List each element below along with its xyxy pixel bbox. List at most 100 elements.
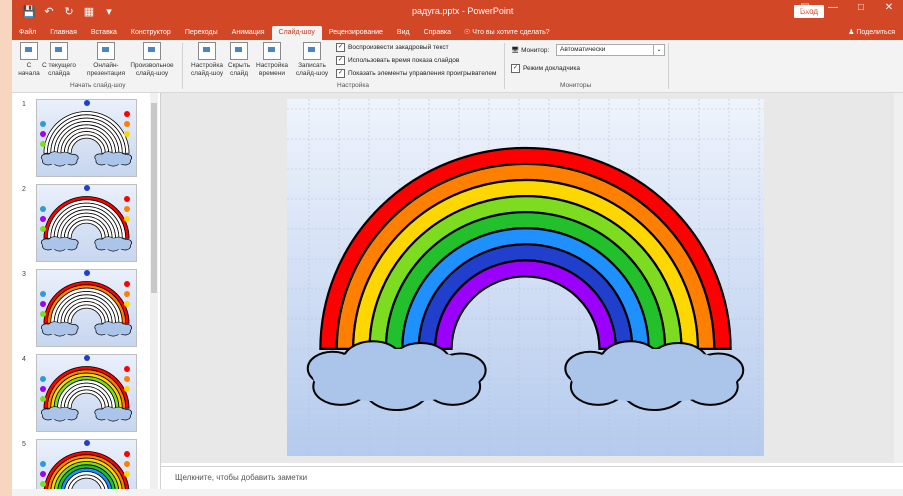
color-dot [40,481,46,487]
slide-thumbnail[interactable] [36,184,137,262]
cloud-shape [94,406,133,422]
cloud-fill [312,348,481,403]
close-icon[interactable]: ✕ [875,2,903,13]
editor-scrollbar[interactable] [894,93,903,463]
thumbnail-rainbow [40,100,133,167]
checkbox-checked-icon: ✓ [336,43,345,52]
notes-pane[interactable]: Щелкните, чтобы добавить заметки [161,466,903,489]
chevron-down-icon: ⌄ [653,45,664,55]
share-label: Поделиться [856,29,895,36]
color-dot [124,111,130,117]
tab-1[interactable]: Главная [43,26,84,40]
hide-slide-button[interactable]: Скрыть слайд [226,42,252,78]
checkbox-checked-icon: ✓ [511,64,520,73]
cloud-fill [95,238,131,250]
color-dot [124,281,130,287]
color-dot [124,451,130,457]
show-controls-checkbox[interactable]: ✓ Показать элементы управления проигрыват… [336,69,496,78]
thumbnail-rainbow [40,355,133,422]
rainbow-drawing[interactable] [287,99,764,456]
slide-thumbnail[interactable] [36,354,137,432]
notes-placeholder: Щелкните, чтобы добавить заметки [175,473,308,482]
cloud-fill [42,238,78,250]
color-dot [124,216,130,222]
scroll-thumb[interactable] [151,103,157,293]
use-timings-checkbox[interactable]: ✓ Использовать время показа слайдов [336,56,459,65]
from-current-button[interactable]: С текущего слайда [42,42,76,78]
color-dot [84,270,90,276]
slide-number: 4 [22,356,26,363]
maximize-icon[interactable]: □ [847,2,875,13]
share-button[interactable]: ♟ Поделиться [848,28,895,36]
group-label-start: Начать слайд-шоу [70,82,126,89]
document-title: радуга.pptx - PowerPoint [412,6,514,16]
color-dot [40,461,46,467]
tab-8[interactable]: Вид [390,26,417,40]
slide-thumbnail[interactable] [36,269,137,347]
color-dot [124,461,130,467]
tab-3[interactable]: Конструктор [124,26,178,40]
setup-show-button[interactable]: Настройка слайд-шоу [190,42,224,78]
play-narrations-label: Воспроизвести закадровый текст [348,44,449,51]
tab-7[interactable]: Рецензирование [322,26,390,40]
thumbnails-scrollbar[interactable] [150,93,158,489]
color-dot [40,376,46,382]
tab-2[interactable]: Вставка [84,26,124,40]
record-show-label: Записать слайд-шоу [295,62,329,77]
ribbon-tabs: Файл Главная Вставка Конструктор Переходы Ани… [12,24,903,40]
status-bar [12,489,903,496]
powerpoint-window: 💾 ↶ ↻ ▦ ▾ радуга.pptx - PowerPoint Вход … [12,0,903,496]
custom-show-button[interactable]: Произвольное слайд-шоу [130,42,174,78]
from-start-button[interactable]: С начала [18,42,40,78]
group-label-monitors: Мониторы [560,82,592,89]
tab-9[interactable]: Справка [417,26,458,40]
start-show-icon[interactable]: ▦ [82,4,96,18]
slide-thumbnail[interactable] [36,439,137,496]
presenter-view-checkbox[interactable]: ✓ Режим докладчика [511,64,580,73]
from-current-icon [50,42,68,60]
color-dot [40,311,46,317]
color-dot [124,131,130,137]
window-frame: 💾 ↶ ↻ ▦ ▾ радуга.pptx - PowerPoint Вход … [0,0,903,496]
setup-show-label: Настройка слайд-шоу [190,62,224,77]
color-dot [124,206,130,212]
monitor-label: 🖥 Монитор: [511,47,550,54]
from-current-label: С текущего слайда [42,62,76,77]
color-dot [40,121,46,127]
cloud-shape [94,151,133,167]
minimize-icon[interactable]: — [819,2,847,13]
color-dot [124,196,130,202]
slide-thumbnail[interactable] [36,99,137,177]
color-dot [40,226,46,232]
play-narrations-checkbox[interactable]: ✓ Воспроизвести закадровый текст [336,43,449,52]
tell-me-search[interactable]: ☉ Что вы хотите сделать? [464,26,550,40]
hide-slide-icon [230,42,248,60]
custom-show-icon [143,42,161,60]
record-show-button[interactable]: Записать слайд-шоу [292,42,332,78]
tab-6[interactable]: Слайд-шоу [271,26,322,40]
from-start-label: С начала [18,62,40,77]
tab-0[interactable]: Файл [12,26,43,40]
current-slide[interactable] [287,99,764,456]
thumbnail-rainbow [40,440,132,496]
customize-qat-icon[interactable]: ▾ [102,4,116,18]
tell-me-label: Что вы хотите сделать? [472,29,550,36]
monitor-select[interactable]: Автоматически ⌄ [556,44,665,56]
rehearse-timings-button[interactable]: Настройка времени [256,42,288,78]
ribbon-display-icon[interactable]: ▣ [791,2,819,13]
cloud-fill [570,348,739,403]
cloud-shape [40,321,79,337]
redo-icon[interactable]: ↻ [62,4,76,18]
color-dot [124,366,130,372]
cloud-fill [95,323,131,335]
slide-thumbnails-pane: 1 2 3 4 5 [12,93,161,496]
tab-4[interactable]: Переходы [178,26,225,40]
quick-access-toolbar: 💾 ↶ ↻ ▦ ▾ [22,4,116,18]
save-icon[interactable]: 💾 [22,4,36,18]
present-online-button[interactable]: Онлайн-презентация [86,42,126,78]
tab-5[interactable]: Анимация [225,26,272,40]
window-controls: ▣ — □ ✕ [791,2,903,13]
undo-icon[interactable]: ↶ [42,4,56,18]
color-dot [40,141,46,147]
color-dot [40,206,46,212]
